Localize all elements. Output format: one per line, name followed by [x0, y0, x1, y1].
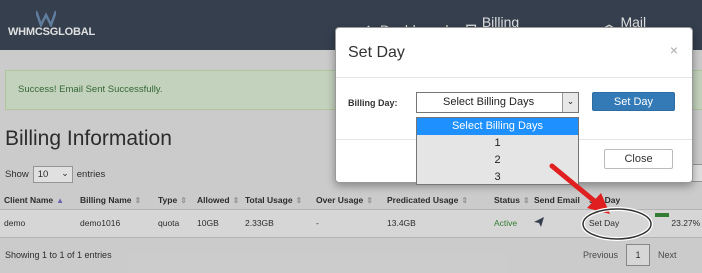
modal-header: Set Day × [336, 28, 692, 78]
billing-day-select-value: Select Billing Days [443, 96, 535, 108]
chevron-down-icon: ⌄ [562, 93, 578, 112]
modal-title: Set Day [348, 44, 405, 61]
option-day-2[interactable]: 2 [417, 152, 578, 169]
billing-day-select[interactable]: Select Billing Days ⌄ [416, 92, 579, 113]
set-day-button[interactable]: Set Day [592, 92, 675, 111]
close-button[interactable]: Close [604, 149, 673, 169]
option-select-billing-days[interactable]: Select Billing Days [417, 118, 578, 135]
option-day-1[interactable]: 1 [417, 135, 578, 152]
option-day-3[interactable]: 3 [417, 169, 578, 186]
billing-day-label: Billing Day: [348, 98, 398, 108]
billing-day-options: Select Billing Days 1 2 3 [416, 117, 579, 185]
close-icon[interactable]: × [670, 42, 678, 58]
